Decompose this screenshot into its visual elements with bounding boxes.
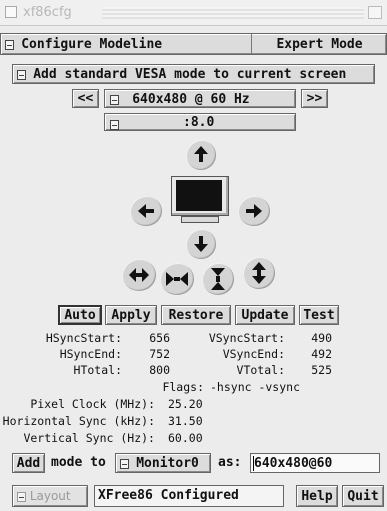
as-label: as:: [218, 455, 242, 470]
layout-label: Layout: [29, 489, 71, 503]
mode-selector[interactable]: 640x480 @ 60 Hz: [104, 89, 296, 108]
previous-mode-button[interactable]: <<: [72, 89, 99, 108]
wider-button[interactable]: [122, 259, 156, 291]
vsyncend-label: VSyncEnd:: [222, 347, 285, 361]
menu-indicator-icon: [110, 94, 119, 105]
htotal-label: HTotal:: [73, 363, 122, 377]
configure-menu-button[interactable]: Configure Modeline: [5, 37, 162, 52]
expert-mode-button[interactable]: Expert Mode: [253, 34, 386, 54]
flags-label: Flags:: [162, 380, 204, 394]
horizontal-sync-value: 31.50: [168, 414, 203, 428]
taller-icon: [252, 262, 266, 284]
mode-name-value: 640x480@60: [254, 456, 333, 471]
vsyncstart-label: VSyncStart:: [208, 331, 285, 345]
vsyncend-value: 492: [311, 347, 332, 361]
narrower-button[interactable]: [160, 263, 194, 295]
screen-selector-label: :8.0: [183, 115, 215, 130]
move-up-button[interactable]: [186, 140, 216, 170]
left-arrow-icon: [138, 204, 154, 218]
wider-icon: [129, 268, 149, 282]
restore-button[interactable]: Restore: [161, 305, 231, 325]
vertical-sync-label: Vertical Sync (Hz):: [23, 431, 155, 445]
down-arrow-icon: [194, 236, 208, 252]
menu-indicator-icon: [17, 491, 26, 502]
flags-value: -hsync -vsync: [210, 380, 301, 394]
mode-name-field[interactable]: 640x480@60: [250, 453, 380, 473]
hsyncend-label: HSyncEnd:: [59, 347, 122, 361]
mode-to-label: mode to: [51, 455, 106, 470]
menu-indicator-icon: [17, 69, 26, 80]
menu-indicator-icon: [5, 39, 14, 50]
up-arrow-icon: [194, 146, 208, 162]
add-vesa-mode-menu[interactable]: Add standard VESA mode to current screen: [12, 64, 375, 84]
status-text: XFree86 Configured: [98, 488, 239, 503]
menu-indicator-icon: [110, 119, 119, 130]
layout-button[interactable]: Layout: [12, 485, 88, 507]
menu-indicator-icon: [120, 458, 129, 469]
update-button[interactable]: Update: [235, 305, 295, 325]
move-down-button[interactable]: [186, 229, 216, 259]
quit-button[interactable]: Quit: [342, 485, 384, 507]
shorter-button[interactable]: [202, 263, 234, 295]
next-mode-button[interactable]: >>: [301, 89, 328, 108]
taller-button[interactable]: [243, 257, 275, 289]
configure-menu-label: Configure Modeline: [21, 37, 163, 52]
vtotal-value: 525: [311, 363, 332, 377]
monitor-icon: [171, 176, 229, 224]
vertical-sync-value: 60.00: [168, 431, 203, 445]
window-maximize-button[interactable]: [368, 6, 382, 19]
test-button[interactable]: Test: [299, 305, 339, 325]
monitor-selector[interactable]: Monitor0: [115, 453, 211, 473]
vtotal-label: VTotal:: [236, 363, 285, 377]
narrower-icon: [166, 272, 188, 286]
menu-divider: [251, 34, 252, 54]
window-title: xf86cfg: [23, 5, 72, 20]
pixel-clock-value: 25.20: [168, 397, 203, 411]
title-bar: xf86cfg: [0, 0, 387, 26]
auto-button[interactable]: Auto: [58, 305, 102, 325]
move-right-button[interactable]: [238, 196, 270, 226]
title-stripe: [102, 7, 364, 19]
menu-bar: Configure Modeline Expert Mode: [0, 33, 387, 55]
move-left-button[interactable]: [130, 196, 162, 226]
add-vesa-mode-label: Add standard VESA mode to current screen: [33, 67, 347, 82]
hsyncstart-value: 656: [149, 331, 170, 345]
help-button[interactable]: Help: [296, 485, 338, 507]
current-mode-label: 640x480 @ 60 Hz: [132, 92, 250, 107]
status-field: XFree86 Configured: [94, 485, 284, 507]
window-menu-button[interactable]: [5, 6, 17, 18]
hsyncstart-label: HSyncStart:: [45, 331, 122, 345]
shorter-icon: [211, 268, 225, 290]
apply-button[interactable]: Apply: [105, 305, 157, 325]
screen-selector[interactable]: :8.0: [104, 113, 296, 131]
horizontal-sync-label: Horizontal Sync (kHz):: [2, 414, 155, 428]
monitor-selector-label: Monitor0: [136, 456, 199, 471]
htotal-value: 800: [149, 363, 170, 377]
right-arrow-icon: [246, 204, 262, 218]
hsyncend-value: 752: [149, 347, 170, 361]
pixel-clock-label: Pixel Clock (MHz):: [30, 397, 155, 411]
vsyncstart-value: 490: [311, 331, 332, 345]
add-mode-button[interactable]: Add: [12, 453, 45, 473]
